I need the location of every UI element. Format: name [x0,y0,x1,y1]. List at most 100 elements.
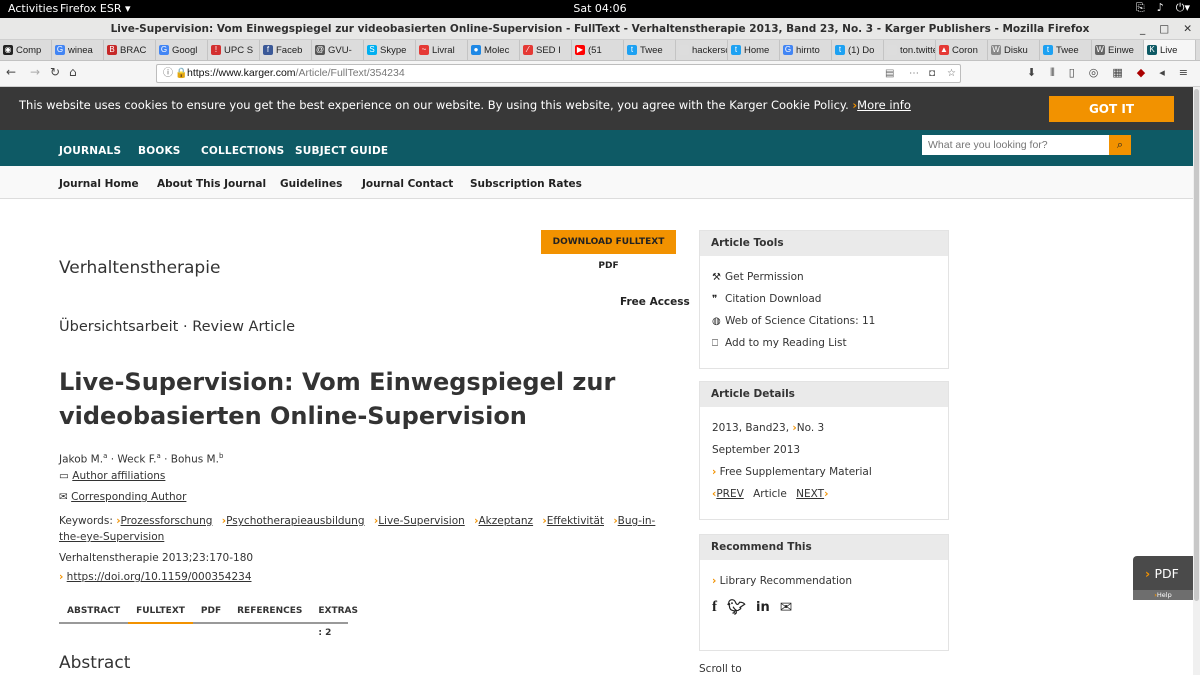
maximize-icon[interactable]: □ [1159,18,1169,40]
download-icon[interactable]: ⬇ [1027,66,1036,80]
minimize-icon[interactable]: _ [1140,18,1145,40]
next-link[interactable]: NEXT [796,488,824,500]
back-icon[interactable]: ← [6,65,16,79]
browser-tab[interactable]: S Skype [364,40,416,60]
keyword-link[interactable]: ›Prozessforschung [116,515,212,527]
system-tray[interactable]: ⎘ ♪ ⏻▾ [1136,1,1190,15]
supplementary-link[interactable]: › Free Supplementary Material [700,461,948,483]
info-icon[interactable]: ⓘ [163,65,173,82]
subnav-about[interactable]: About This Journal [157,178,266,190]
browser-tab[interactable]: ton.twitte [884,40,936,60]
got-it-button[interactable]: GOT IT [1049,96,1174,122]
corresponding-author-link[interactable]: ✉ Corresponding Author [59,491,186,503]
author-affiliations-link[interactable]: ▭ Author affiliations [59,470,165,482]
author-name[interactable]: Bohus M. [171,454,219,466]
browser-tab[interactable]: t (1) Do [832,40,884,60]
browser-tab[interactable]: ~ Livral [416,40,468,60]
account-icon[interactable]: ◎ [1089,66,1099,80]
browser-tab[interactable]: W Einwe [1092,40,1144,60]
browser-tab[interactable]: @ GVU- [312,40,364,60]
subnav-guidelines[interactable]: Guidelines [280,178,342,190]
page-actions-icon[interactable]: ⋯ [909,65,919,82]
issue-link[interactable]: No. 3 [797,422,824,434]
app-menu[interactable]: Firefox ESR ▾ [60,2,131,15]
author-name[interactable]: Weck F. [117,454,156,466]
browser-tab[interactable]: t Home [728,40,780,60]
browser-tab[interactable]: Ghirnto [780,40,832,60]
browser-tab[interactable]: hackersc [676,40,728,60]
browser-tab[interactable]: ◉ Comp [0,40,52,60]
subnav-journal-home[interactable]: Journal Home [59,178,139,190]
sidebar-icon[interactable]: ▯ [1069,66,1075,80]
linkedin-icon[interactable]: in [756,600,770,615]
keyword-link[interactable]: ›Psychotherapieausbildung [218,515,365,527]
journal-name[interactable]: Verhaltenstherapie [59,258,220,278]
browser-tab[interactable]: ⁄ SED I [520,40,572,60]
bookmark-star-icon[interactable]: ☆ [947,65,956,82]
tab-abstract[interactable]: ABSTRACT [59,600,128,622]
tab-fulltext[interactable]: FULLTEXT [128,600,193,624]
search-input[interactable] [922,135,1109,155]
subnav-subscription-rates[interactable]: Subscription Rates [470,178,582,190]
nav-journals[interactable]: JOURNALS [59,145,121,157]
download-fulltext-pdf-button[interactable]: DOWNLOAD FULLTEXT PDF [541,230,676,271]
browser-tab[interactable]: ▲ Coron [936,40,988,60]
author-affiliation-marker: b [218,452,224,460]
lock-icon[interactable]: 🔒 [175,65,187,82]
browser-tab[interactable]: W Disku [988,40,1040,60]
cookie-more-info-link[interactable]: More info [857,98,911,112]
clock[interactable]: Sat 04:06 [0,2,1200,15]
close-icon[interactable]: ✕ [1183,18,1192,40]
help-link[interactable]: ›Help [1133,590,1193,600]
nav-subject-guide[interactable]: SUBJECT GUIDE [295,145,388,157]
tab-list-chevron-icon[interactable]: › [1196,40,1200,60]
announcement-icon[interactable]: ◂ [1159,66,1165,80]
keyword-link[interactable]: ›Akzeptanz [471,515,533,527]
email-icon[interactable]: ✉ [780,598,793,616]
twitter-icon[interactable]: 🐦︎ [727,598,746,616]
tab-extras-2[interactable]: EXTRAS : 2 [310,600,366,638]
keyword-link[interactable]: ›Live-Supervision [371,515,465,527]
tab-pdf[interactable]: PDF [193,600,229,622]
web-of-science-link[interactable]: ◍ Web of Science Citations: 11 [700,310,948,332]
activities-button[interactable]: Activities [8,2,58,15]
get-permission-link[interactable]: ⚒ Get Permission [700,266,948,288]
facebook-icon[interactable]: f [712,599,717,616]
browser-tab[interactable]: ▶ (51 [572,40,624,60]
browser-tab[interactable]: B BRAC [104,40,156,60]
page-scrollbar[interactable] [1193,87,1200,675]
reload-icon[interactable]: ↻ [50,65,60,79]
library-recommendation-link[interactable]: › Library Recommendation [700,570,948,592]
pocket-icon[interactable]: ◘ [929,65,935,82]
home-icon[interactable]: ⌂ [69,65,77,79]
citation-download-link[interactable]: ❞ Citation Download [700,288,948,310]
browser-tab-label: ton.twitte [900,44,936,56]
browser-tab[interactable]: K Live [1144,40,1196,60]
extension-icon[interactable]: ▦ [1112,66,1122,80]
prev-link[interactable]: PREV [716,488,743,500]
forward-icon[interactable]: → [30,65,40,79]
browser-tab[interactable]: Gwinea [52,40,104,60]
ublock-icon[interactable]: ◆ [1137,66,1145,80]
author-name[interactable]: Jakob M. [59,454,103,466]
reading-list-link[interactable]: ⎕ Add to my Reading List [700,332,948,354]
doi-link[interactable]: › https://doi.org/10.1159/000354234 [59,571,252,583]
search-icon[interactable]: ⌕ [1109,135,1131,155]
menu-icon[interactable]: ≡ [1179,66,1188,80]
browser-tab[interactable]: G Googl [156,40,208,60]
browser-tab[interactable]: t Twee [1040,40,1092,60]
browser-tab[interactable]: ! UPC S [208,40,260,60]
keyword-link[interactable]: ›Effektivität [539,515,604,527]
url-bar[interactable]: ⓘ 🔒 https://www.karger.com/Article/FullT… [156,64,961,83]
browser-tab[interactable]: ● Molec [468,40,520,60]
nav-collections[interactable]: COLLECTIONS [201,145,284,157]
library-icon[interactable]: ⫴ [1050,66,1055,80]
scrollbar-thumb[interactable] [1194,89,1199,601]
subnav-journal-contact[interactable]: Journal Contact [362,178,453,190]
tab-references[interactable]: REFERENCES [229,600,310,622]
floating-pdf-button[interactable]: › PDF ›Help [1133,556,1193,600]
browser-tab[interactable]: f Faceb [260,40,312,60]
nav-books[interactable]: BOOKS [138,145,181,157]
reader-view-icon[interactable]: ▤ [885,65,894,82]
browser-tab[interactable]: t Twee [624,40,676,60]
